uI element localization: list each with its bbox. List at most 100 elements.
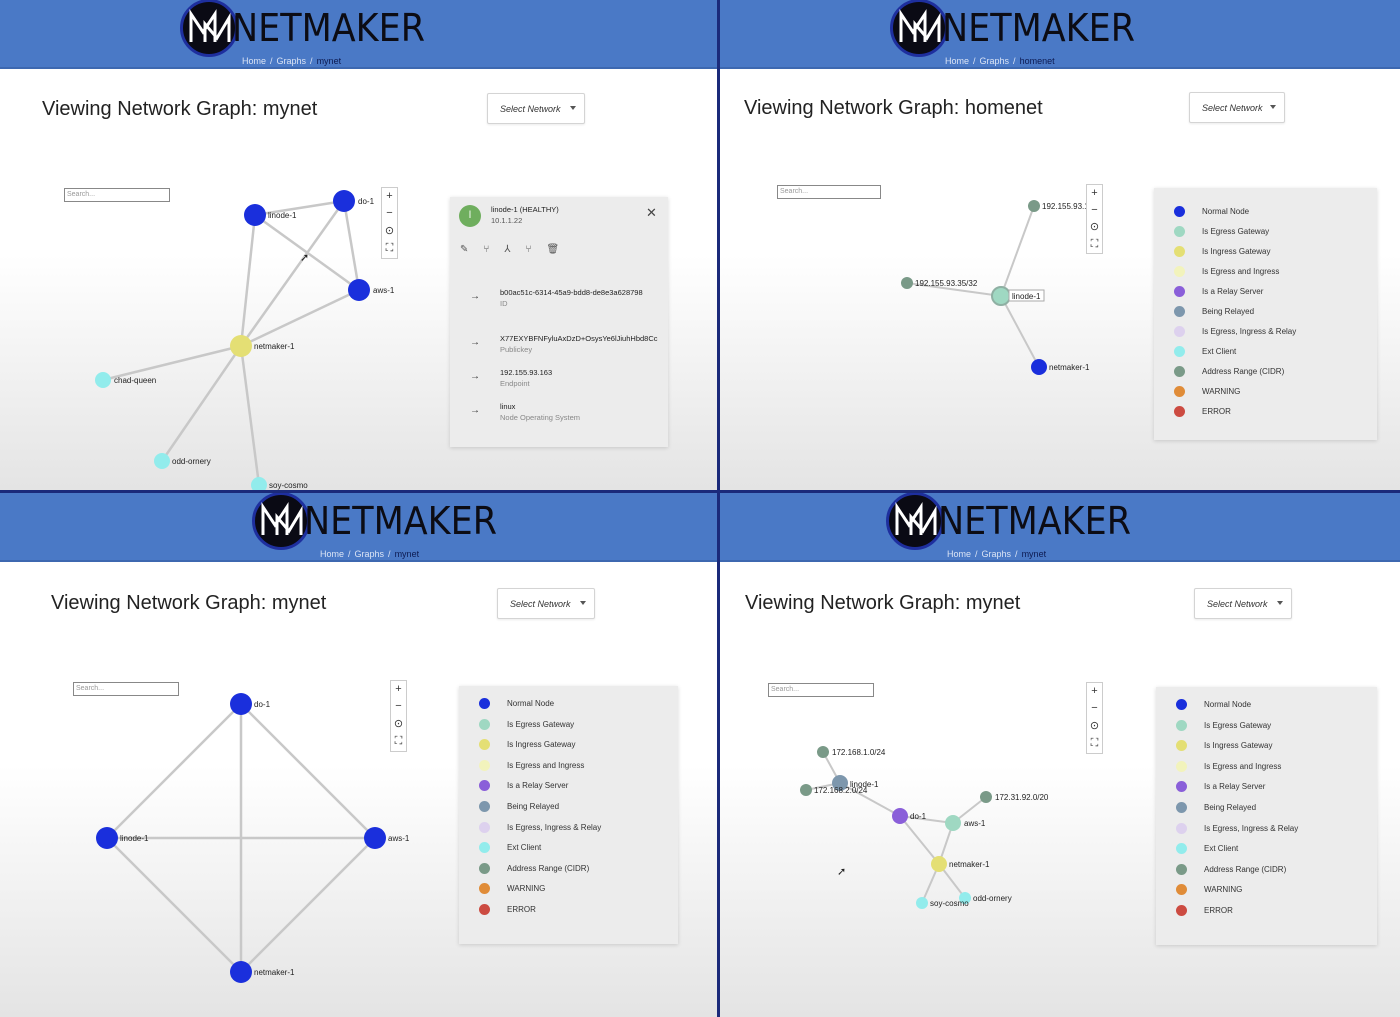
graph-edge	[342, 200, 361, 291]
graph-node-netmaker-1[interactable]	[230, 961, 252, 983]
legend-label: Is Egress, Ingress & Relay	[1202, 327, 1297, 336]
graph-node-cidr[interactable]	[1028, 200, 1040, 212]
graph-edge	[899, 815, 954, 824]
legend-label: Normal Node	[507, 699, 555, 708]
legend-label: Is Ingress Gateway	[507, 740, 576, 750]
legend-item: Is Ingress Gateway	[479, 739, 576, 751]
node-detail-id: → b00ac51c-6314-45a9-bdd8-de8e3a628798 ID	[470, 287, 668, 321]
delete-icon[interactable]: 🗑	[547, 244, 560, 255]
legend-label: Is a Relay Server	[1204, 782, 1266, 792]
graph-node-do-1[interactable]	[230, 693, 252, 715]
node-legend: Normal Node Is Egress Gateway Is Ingress G…	[1154, 188, 1377, 440]
legend-item: Ext Client	[479, 842, 541, 854]
legend-label: Is Egress and Ingress	[507, 760, 585, 770]
legend-item: ERROR	[479, 904, 536, 915]
graph-node-soy-cosmo[interactable]	[251, 477, 267, 490]
legend-label: Is Egress Gateway	[1202, 227, 1270, 236]
graph-node-cidr[interactable]	[901, 277, 913, 289]
legend-color-dot	[479, 801, 490, 812]
graph-node-do-1[interactable]	[892, 808, 908, 824]
graph-edge	[1000, 205, 1035, 297]
node-address: 10.1.1.22	[491, 216, 523, 225]
legend-item: Is Egress Gateway	[1174, 226, 1269, 237]
graph-node-odd-ornery[interactable]	[154, 453, 170, 469]
detail-value: X77EXYBFNFyluAxDzD+OsysYe6lJiuhHbd8Cc	[500, 334, 658, 343]
recenter-icon[interactable]: ⊙	[1087, 221, 1102, 235]
fullscreen-icon[interactable]: ⛶	[382, 242, 397, 256]
egress-icon[interactable]: ⑂	[483, 244, 489, 255]
legend-item: Is Egress and Ingress	[1176, 760, 1282, 772]
graph-node-chad-queen[interactable]	[95, 372, 111, 388]
graph-node-label: soy-cosmo	[930, 899, 969, 908]
edit-icon[interactable]: ✎	[460, 244, 468, 255]
legend-color-dot	[1176, 719, 1187, 731]
legend-label: Is Egress and Ingress	[1204, 761, 1282, 771]
legend-label: Is Egress Gateway	[1204, 720, 1272, 730]
recenter-icon[interactable]: ⊙	[391, 718, 406, 732]
close-icon[interactable]: ✕	[646, 205, 657, 221]
legend-item: Address Range (CIDR)	[1176, 863, 1286, 875]
legend-color-dot	[1176, 884, 1187, 896]
fullscreen-icon[interactable]: ⛶	[391, 735, 406, 749]
recenter-icon[interactable]: ⊙	[382, 225, 397, 239]
legend-label: Is Egress, Ingress & Relay	[507, 822, 602, 832]
mouse-cursor-icon: ➚	[837, 866, 847, 878]
graph-node-aws-1[interactable]	[364, 827, 386, 849]
zoom-out-button[interactable]: −	[391, 700, 406, 714]
legend-label: Is a Relay Server	[1202, 287, 1264, 296]
legend-item: Is Egress, Ingress & Relay	[1176, 822, 1299, 834]
zoom-out-button[interactable]: −	[382, 207, 397, 221]
graph-node-label: soy-cosmo	[269, 481, 308, 490]
graph-node-aws-1[interactable]	[348, 279, 370, 301]
fullscreen-icon[interactable]: ⛶	[1087, 737, 1102, 751]
legend-color-dot	[1176, 863, 1187, 875]
graph-node-soy-cosmo[interactable]	[916, 897, 928, 909]
graph-node-cidr[interactable]	[980, 791, 992, 803]
zoom-in-button[interactable]: +	[1087, 685, 1102, 699]
legend-label: Normal Node	[1204, 700, 1252, 709]
legend-label: Is Egress Gateway	[507, 719, 575, 729]
legend-color-dot	[479, 718, 490, 730]
legend-item: WARNING	[1176, 884, 1242, 896]
graph-node-netmaker-1[interactable]	[230, 335, 252, 357]
zoom-out-button[interactable]: −	[1087, 702, 1102, 716]
zoom-in-button[interactable]: +	[382, 190, 397, 204]
detail-label: Publickey	[500, 345, 533, 354]
legend-item: WARNING	[1174, 386, 1240, 397]
legend-item: WARNING	[479, 883, 546, 895]
zoom-in-button[interactable]: +	[391, 683, 406, 697]
legend-item: Is Egress Gateway	[479, 718, 575, 730]
graph-node-label: do-1	[358, 197, 375, 206]
graph-node-label: linode-1	[1012, 292, 1041, 301]
graph-edge	[106, 703, 242, 839]
graph-node-do-1[interactable]	[333, 190, 355, 212]
graph-node-cidr[interactable]	[800, 784, 812, 796]
graph-edge	[1000, 295, 1040, 368]
graph-panel-homenet: NETMAKER Home / Graphs / homenet Viewing Net…	[720, 0, 1400, 490]
legend-color-dot	[1174, 206, 1185, 217]
node-name: linode-1 (HEALTHY)	[491, 205, 559, 214]
recenter-icon[interactable]: ⊙	[1087, 720, 1102, 734]
graph-node-netmaker-1[interactable]	[931, 856, 947, 872]
graph-node-label: chad-queen	[114, 376, 156, 385]
legend-label: Is Ingress Gateway	[1202, 247, 1271, 256]
graph-node-netmaker-1[interactable]	[1031, 359, 1047, 375]
graph-node-linode-1[interactable]	[96, 827, 118, 849]
legend-item: Is a Relay Server	[1176, 781, 1266, 793]
zoom-in-button[interactable]: +	[1087, 187, 1102, 201]
fullscreen-icon[interactable]: ⛶	[1087, 238, 1102, 252]
zoom-out-button[interactable]: −	[1087, 204, 1102, 218]
legend-color-dot	[479, 862, 490, 874]
legend-item: Normal Node	[1174, 206, 1249, 217]
graph-node-cidr[interactable]	[817, 746, 829, 758]
ingress-icon[interactable]: ⅄	[504, 244, 510, 255]
legend-color-dot	[1174, 386, 1185, 397]
graph-node-linode-1[interactable]	[991, 286, 1011, 306]
legend-label: WARNING	[507, 884, 546, 894]
graph-node-aws-1[interactable]	[945, 815, 961, 831]
graph-node-label: odd-ornery	[973, 894, 1012, 903]
graph-node-linode-1[interactable]	[244, 204, 266, 226]
legend-label: Is Egress, Ingress & Relay	[1204, 823, 1299, 833]
relay-icon[interactable]: ⑂	[526, 244, 532, 255]
graph-node-label: aws-1	[388, 834, 410, 843]
